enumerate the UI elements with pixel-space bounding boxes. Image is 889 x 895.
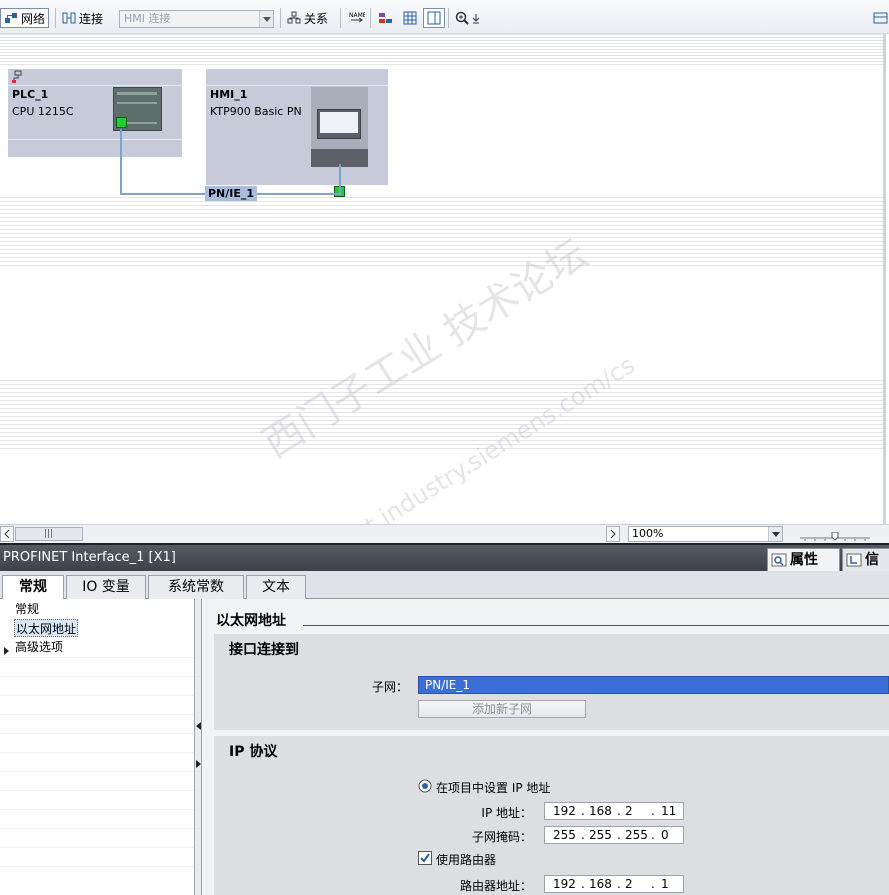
chevron-down-icon[interactable] [259,11,273,27]
zoom-slider[interactable] [800,530,870,541]
ip-protocol-section: IP 协议 在项目中设置 IP 地址 IP 地址： 192. 168. 2. 1… [214,736,889,895]
grid-button[interactable] [400,8,420,28]
subsection-interface-title: 接口连接到 [229,642,299,658]
plc-subnet-link[interactable] [120,129,122,193]
panel-toggle-button[interactable] [870,8,889,28]
network-view-label: 网络 [21,11,46,26]
hmi-panel-image [311,87,368,167]
network-icon [4,11,18,25]
properties-tab-label: 属性 [790,552,818,568]
inspector-title: PROFINET Interface_1 [X1] [3,550,176,565]
zoom-in-icon [455,11,469,25]
tab-general[interactable]: 常规 [2,575,64,600]
inspector-titlebar: PROFINET Interface_1 [X1] 属性 信息 [0,543,889,590]
expand-right-icon[interactable] [196,757,201,771]
inspector-tabs: 常规 IO 变量 系统常数 文本 [0,571,889,600]
tab-texts[interactable]: 文本 [246,575,306,599]
hmi-device[interactable]: HMI_1 KTP900 Basic PN [206,69,388,197]
radio-set-ip-in-project[interactable] [418,779,432,796]
zoom-combo[interactable]: 100% [628,526,783,542]
collapse-left-icon[interactable] [196,719,201,733]
show-address-button[interactable]: NAME [346,8,367,28]
info-tab[interactable]: 信息 [842,548,889,590]
grid-icon [403,11,417,25]
toolbar-separator [448,8,449,28]
chevron-down-icon[interactable] [768,527,782,541]
plc-name: PLC_1 [12,88,49,101]
nav-splitter[interactable] [195,599,202,895]
toolbar-separator [55,8,56,28]
svg-text:NAME: NAME [349,12,365,19]
plc-type: CPU 1215C [12,105,74,118]
ip-address-label: IP 地址： [481,806,532,820]
router-address-label: 路由器地址： [459,879,532,893]
connection-icon [62,11,76,25]
network-canvas[interactable]: PLC_1 CPU 1215C HMI_1 KTP900 Basic PN PN… [0,34,886,524]
device-highlight-icon [378,11,392,25]
scroll-right-button[interactable] [606,526,620,542]
scroll-thumb[interactable]: ||| [15,527,83,541]
canvas-scroll-bar: ||| 100% [0,524,889,543]
nav-item-ethernet-address[interactable]: 以太网地址 [14,619,79,637]
radio-set-ip-label: 在项目中设置 IP 地址 [436,781,551,795]
properties-content: 以太网地址 接口连接到 子网： PN/IE_1 添加新子网 IP 协议 在项目中… [202,599,889,895]
add-subnet-button[interactable]: 添加新子网 [418,700,586,718]
interface-connected-section: 接口连接到 子网： PN/IE_1 添加新子网 [214,634,889,730]
use-router-checkbox[interactable] [418,851,432,868]
scroll-left-button[interactable] [0,526,14,542]
subnet-select[interactable]: PN/IE_1 [418,676,889,694]
address-icon: NAME [349,11,367,25]
hmi-name: HMI_1 [210,88,248,101]
section-ethernet-address: 以太网地址 [216,613,286,629]
subsection-ip-title: IP 协议 [229,744,278,760]
vertical-scrollbar[interactable] [883,34,886,524]
highlight-button[interactable] [375,8,395,28]
plc-profinet-port[interactable] [116,117,127,128]
connection-type-value: HMI 连接 [124,12,171,25]
subnet-mask-field[interactable]: 255. 255. 255. 0 [544,826,684,844]
download-icon [472,11,480,25]
connections-button[interactable]: 连接 [59,8,106,28]
connections-label: 连接 [79,11,104,26]
toolbar-separator [370,8,371,28]
properties-nav: 常规 以太网地址 高级选项 [0,599,195,895]
nav-item-general[interactable]: 常规 [14,600,40,618]
nav-item-advanced-options[interactable]: 高级选项 [14,638,64,656]
table-view-icon [427,11,441,25]
relations-icon [287,11,301,25]
hmi-subnet-link[interactable] [339,164,341,195]
relations-button[interactable]: 关系 [284,8,331,28]
tab-io-tags[interactable]: IO 变量 [66,575,146,599]
toolbar-separator [280,8,281,28]
panel-icon [873,11,888,25]
subnet-mask-label: 子网掩码： [471,830,532,844]
use-router-label: 使用路由器 [436,853,497,867]
toolbar-separator [340,8,341,28]
tab-system-constants[interactable]: 系统常数 [148,575,244,599]
relations-label: 关系 [304,11,329,26]
expand-arrow-icon[interactable] [4,644,10,658]
subnet-label[interactable]: PN/IE_1 [205,186,257,201]
zoom-value: 100% [632,527,664,540]
subnet-field-label: 子网： [371,680,408,694]
table-view-button[interactable] [423,8,445,28]
properties-tab[interactable]: 属性 [767,548,840,572]
network-toolbar: 网络 连接 HMI 连接 关系 NAME [0,0,889,34]
hmi-type: KTP900 Basic PN [210,105,302,118]
zoom-button[interactable] [452,8,483,28]
connection-type-combo[interactable]: HMI 连接 [119,10,274,28]
router-address-field[interactable]: 192. 168. 2. 1 [544,875,684,893]
plc-device[interactable]: PLC_1 CPU 1215C [8,69,182,157]
ip-address-field[interactable]: 192. 168. 2. 11 [544,802,684,820]
network-view-button[interactable]: 网络 [0,8,50,28]
